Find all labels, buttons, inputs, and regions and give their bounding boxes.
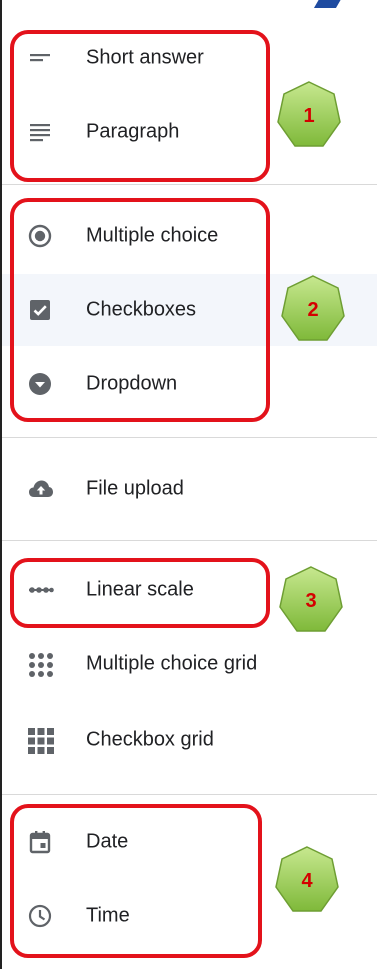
annotation-badge-number: 4: [301, 869, 313, 892]
highlight-box-group-4: [10, 804, 262, 958]
divider: [2, 794, 377, 795]
highlight-box-group-3: [10, 558, 270, 628]
dot-grid-icon: [28, 652, 53, 677]
menu-item-file-upload[interactable]: File upload: [2, 453, 377, 525]
divider: [2, 540, 377, 541]
annotation-badge-3: 3: [278, 565, 344, 635]
menu-item-label: Multiple choice grid: [86, 652, 258, 675]
highlight-box-group-2: [10, 198, 270, 422]
menu-item-multiple-choice-grid[interactable]: Multiple choice grid: [2, 628, 377, 700]
menu-item-label: File upload: [86, 477, 184, 500]
menu-item-label: Checkbox grid: [86, 728, 214, 751]
annotation-badge-1: 1: [276, 80, 342, 150]
menu-item-checkbox-grid[interactable]: Checkbox grid: [2, 704, 377, 776]
cloud-upload-icon: [28, 477, 53, 501]
decorative-mark: [313, 0, 345, 8]
annotation-badge-number: 1: [303, 104, 315, 127]
divider: [2, 184, 377, 185]
annotation-badge-number: 3: [305, 589, 317, 612]
annotation-badge-2: 2: [280, 274, 346, 344]
square-grid-icon: [28, 728, 54, 754]
annotation-badge-4: 4: [274, 845, 340, 915]
annotation-badge-number: 2: [307, 298, 319, 321]
question-type-menu: Short answer Paragraph Multiple choice C…: [0, 0, 377, 969]
highlight-box-group-1: [10, 30, 270, 182]
divider: [2, 437, 377, 438]
